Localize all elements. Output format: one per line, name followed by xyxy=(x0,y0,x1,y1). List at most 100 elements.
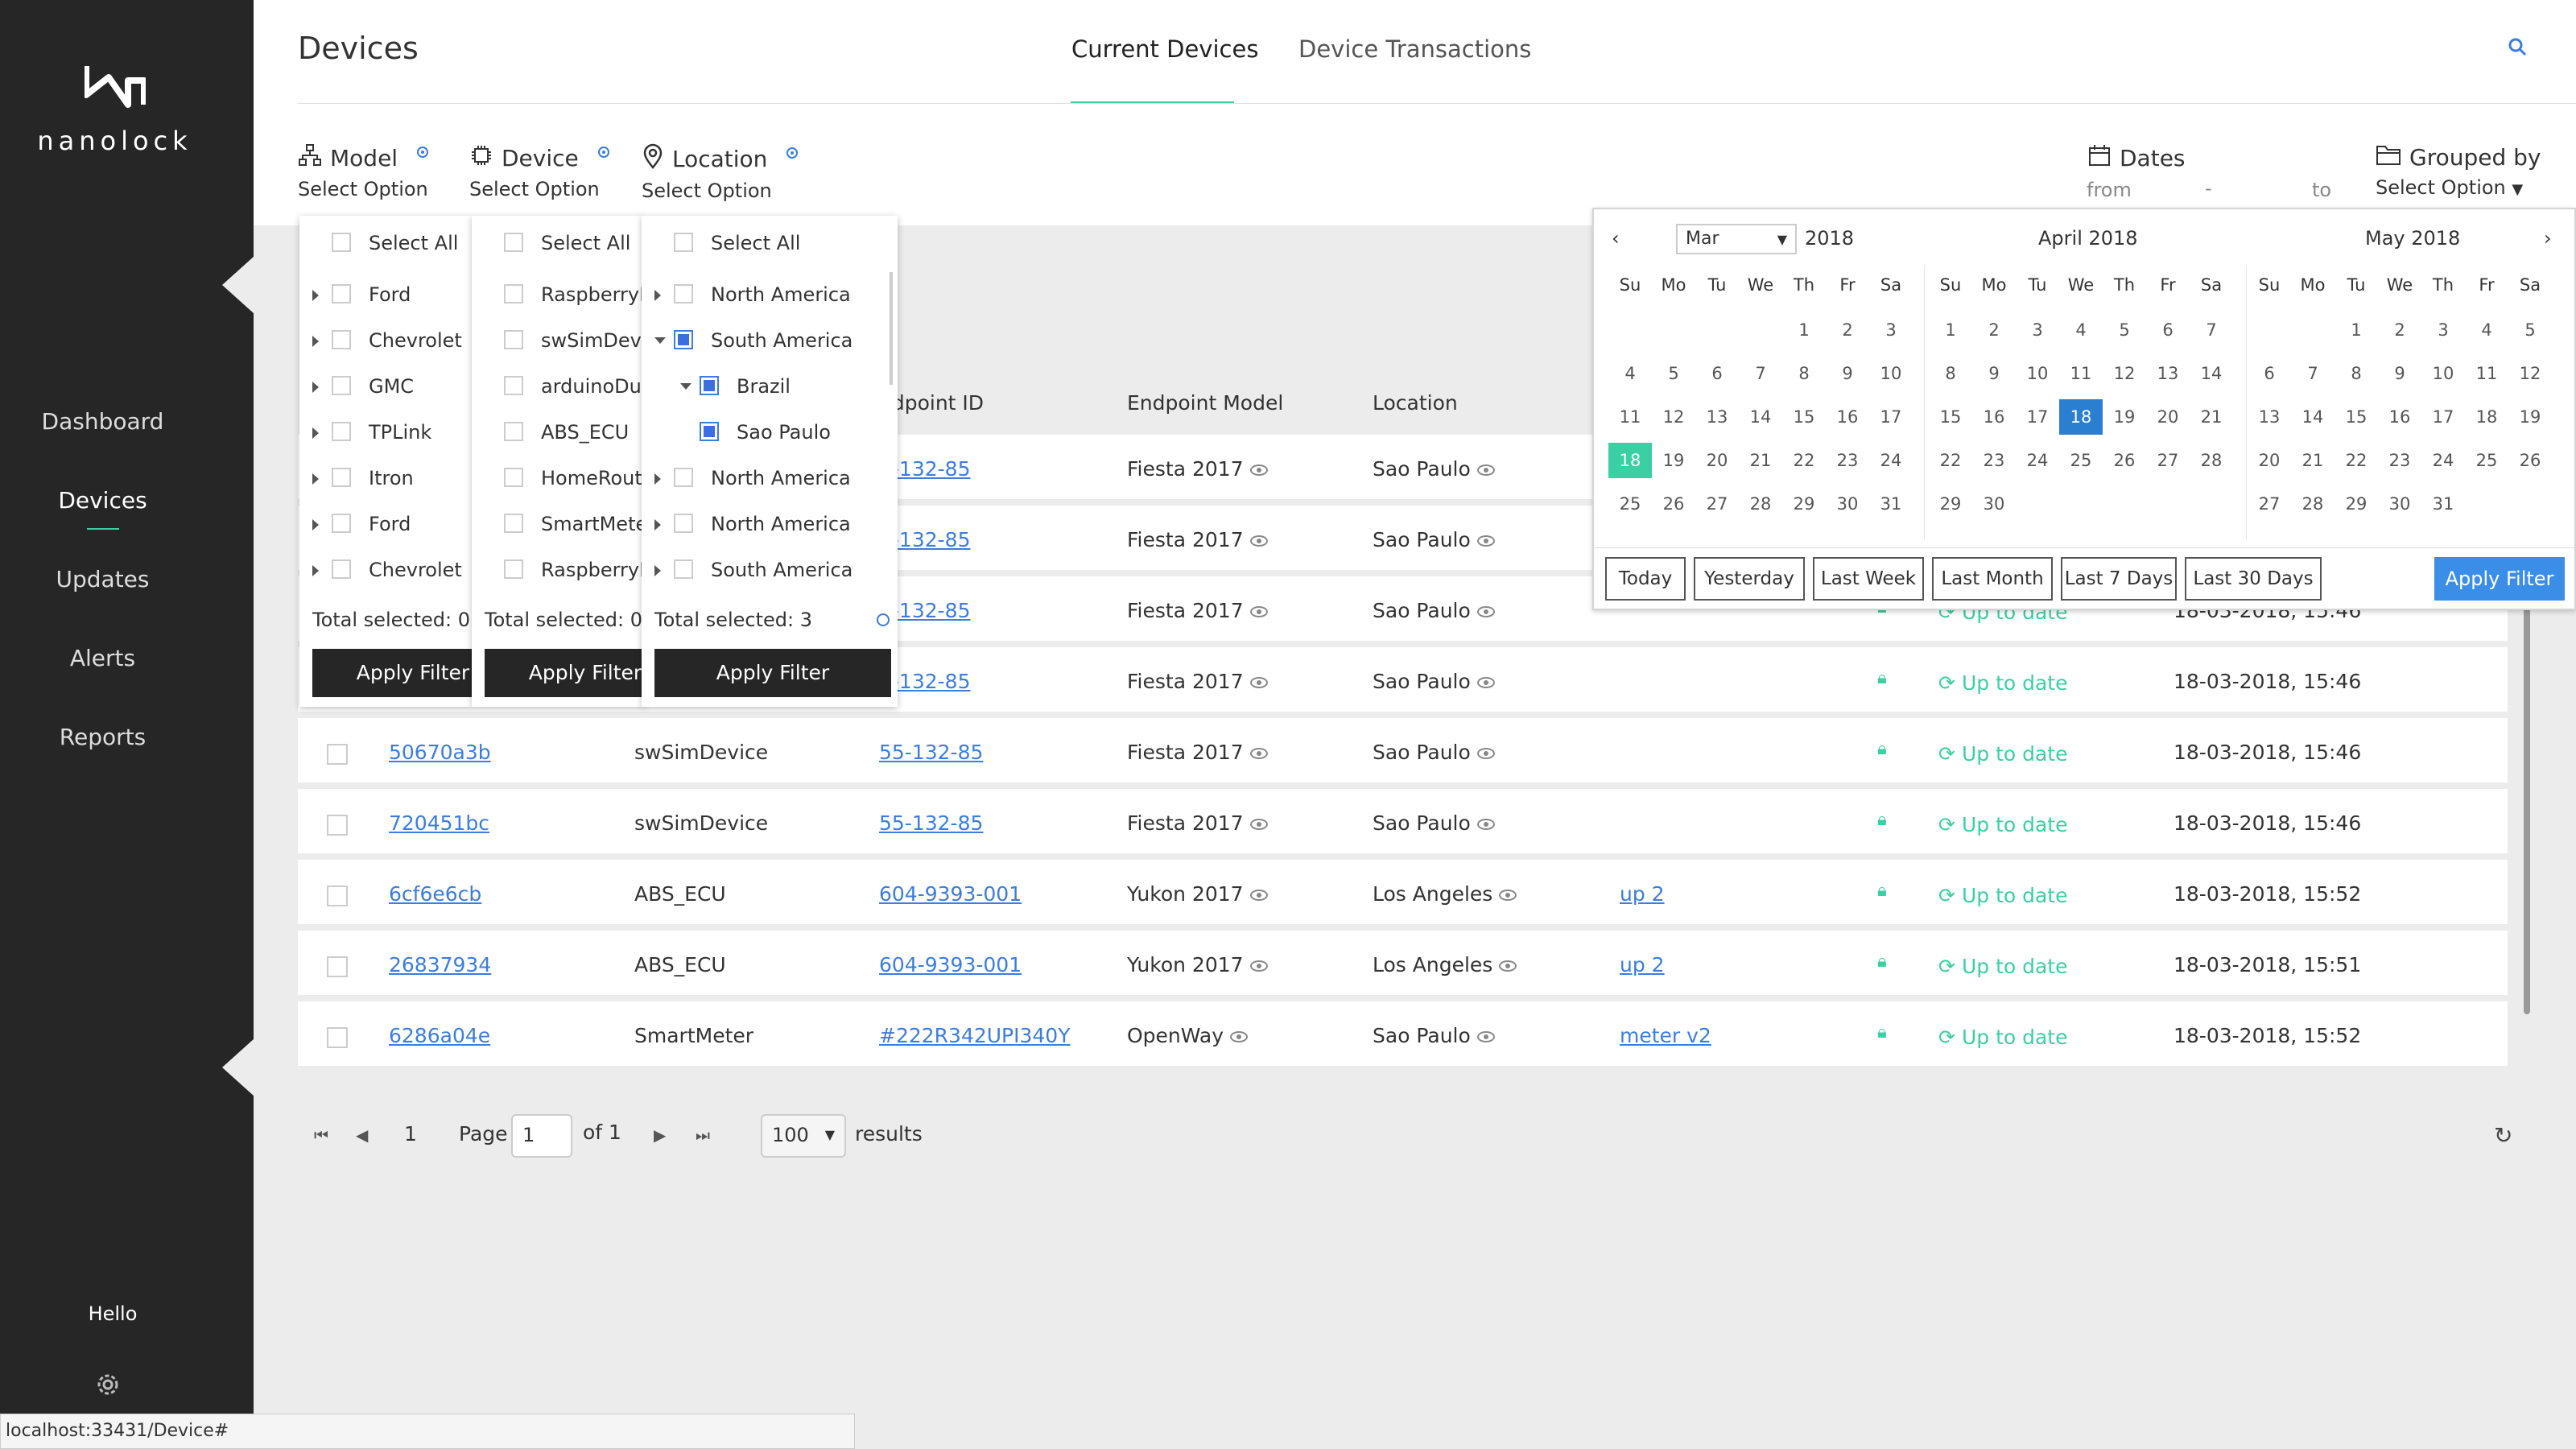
nav-devices[interactable]: Devices xyxy=(0,481,205,560)
option-checkbox[interactable] xyxy=(332,376,351,395)
option-checkbox[interactable] xyxy=(700,376,719,395)
option-checkbox[interactable] xyxy=(332,330,351,349)
calendar-day[interactable]: 27 xyxy=(2248,486,2291,522)
option-checkbox[interactable] xyxy=(674,330,693,349)
quick-range-button[interactable]: Last 7 Days xyxy=(2061,557,2177,601)
dropdown-option[interactable]: Brazil xyxy=(642,364,898,409)
select-all-checkbox[interactable] xyxy=(674,233,693,252)
calendar-day[interactable]: 5 xyxy=(1652,356,1695,391)
eye-icon[interactable] xyxy=(1476,1031,1495,1042)
table-row[interactable]: 720451bc swSimDevice 55-132-85 Fiesta 2017 S… xyxy=(298,789,2508,857)
device-info-icon[interactable] xyxy=(597,146,609,158)
eye-icon[interactable] xyxy=(1476,819,1495,830)
eye-icon[interactable] xyxy=(1476,677,1495,688)
eye-icon[interactable] xyxy=(1249,890,1268,901)
quick-range-button[interactable]: Last 30 Days xyxy=(2185,557,2322,601)
option-checkbox[interactable] xyxy=(504,514,523,533)
calendar-day[interactable]: 11 xyxy=(2465,356,2508,391)
calendar-day[interactable]: 24 xyxy=(1869,443,1913,478)
endpoint-id-link[interactable]: 55-132-85 xyxy=(879,811,983,835)
eye-icon[interactable] xyxy=(1249,606,1268,617)
row-checkbox[interactable] xyxy=(327,744,348,765)
apply-filter-button[interactable]: Apply Filter xyxy=(654,649,891,697)
dropdown-option[interactable]: TPLink xyxy=(299,410,472,455)
calendar-day[interactable]: 29 xyxy=(1929,486,1972,522)
calendar-day[interactable]: 5 xyxy=(2508,312,2552,348)
calendar-day[interactable]: 6 xyxy=(1695,356,1739,391)
calendar-day[interactable]: 12 xyxy=(2103,356,2146,391)
expand-arrow-icon[interactable] xyxy=(312,290,319,301)
option-checkbox[interactable] xyxy=(674,514,693,533)
dropdown-option[interactable]: arduinoDue xyxy=(472,364,644,409)
select-all-option[interactable]: Select All xyxy=(472,221,644,266)
endpoint-id-link[interactable]: 55-132-85 xyxy=(879,741,983,764)
calendar-day[interactable]: 16 xyxy=(1826,399,1869,435)
calendar-day[interactable]: 19 xyxy=(2508,399,2552,435)
eye-icon[interactable] xyxy=(1249,960,1268,972)
calendar-day[interactable]: 2 xyxy=(1826,312,1869,348)
calendar-day[interactable]: 2 xyxy=(2378,312,2421,348)
calendar-day[interactable]: 7 xyxy=(1739,356,1782,391)
refresh-icon[interactable]: ↻ xyxy=(2494,1122,2512,1149)
expand-arrow-icon[interactable] xyxy=(312,336,319,347)
device-filter[interactable]: Device Select Option xyxy=(469,143,609,200)
last-page-icon[interactable]: ⏭ xyxy=(696,1125,710,1145)
calendar-day[interactable]: 27 xyxy=(2146,443,2190,478)
calendar-day[interactable]: 10 xyxy=(2421,356,2465,391)
location-filter[interactable]: Location Select Option xyxy=(642,143,799,202)
option-checkbox[interactable] xyxy=(504,559,523,579)
calendar-day[interactable]: 23 xyxy=(2378,443,2421,478)
device-id-link[interactable]: 6286a04e xyxy=(389,1024,490,1047)
expand-arrow-icon[interactable] xyxy=(312,382,319,393)
calendar-day[interactable]: 19 xyxy=(1652,443,1695,478)
eye-icon[interactable] xyxy=(1476,748,1495,759)
next-page-icon[interactable]: ▶ xyxy=(654,1125,666,1145)
table-scrollbar[interactable] xyxy=(2524,596,2530,1014)
dates-from-field[interactable]: from xyxy=(2087,179,2132,201)
dropdown-option[interactable]: SmartMeter xyxy=(472,502,644,547)
calendar-day[interactable]: 26 xyxy=(2103,443,2146,478)
page-input[interactable]: 1 xyxy=(511,1114,572,1158)
table-row[interactable]: 26837934 ABS_ECU 604-9393-001 Yukon 2017 Los… xyxy=(298,931,2508,998)
calendar-day[interactable]: 26 xyxy=(2508,443,2552,478)
calendar-day[interactable]: 29 xyxy=(1782,486,1826,522)
calendar-day[interactable]: 4 xyxy=(2465,312,2508,348)
calendar-day[interactable]: 14 xyxy=(2291,399,2334,435)
calendar-day[interactable]: 9 xyxy=(1826,356,1869,391)
dropdown-option[interactable]: GMC xyxy=(299,364,472,409)
info-icon[interactable] xyxy=(877,613,890,626)
calendar-day[interactable]: 18 xyxy=(2059,399,2103,435)
prev-page-icon[interactable]: ◀ xyxy=(356,1125,368,1145)
calendar-apply-filter-button[interactable]: Apply Filter xyxy=(2434,557,2565,601)
dropdown-option[interactable]: North America xyxy=(642,272,898,317)
dropdown-option[interactable]: swSimDevice xyxy=(472,318,644,363)
calendar-day[interactable]: 23 xyxy=(1826,443,1869,478)
expand-arrow-icon[interactable] xyxy=(654,565,661,576)
grouped-by-filter[interactable]: Grouped by Select Option ▼ xyxy=(2376,143,2541,199)
update-link[interactable]: meter v2 xyxy=(1620,1024,1711,1047)
location-info-icon[interactable] xyxy=(786,147,799,159)
endpoint-id-link[interactable]: #222R342UPI340Y xyxy=(879,1024,1071,1047)
calendar-day[interactable]: 28 xyxy=(2291,486,2334,522)
eye-icon[interactable] xyxy=(1249,819,1268,830)
dropdown-option[interactable]: North America xyxy=(642,456,898,501)
quick-range-button[interactable]: Yesterday xyxy=(1694,557,1805,601)
calendar-day[interactable]: 8 xyxy=(1929,356,1972,391)
dropdown-option[interactable]: Sao Paulo xyxy=(642,410,898,455)
calendar-day[interactable]: 30 xyxy=(1972,486,2016,522)
device-id-link[interactable]: 6cf6e6cb xyxy=(389,882,481,906)
calendar-day[interactable]: 10 xyxy=(2016,356,2059,391)
option-checkbox[interactable] xyxy=(332,284,351,303)
endpoint-id-link[interactable]: 604-9393-001 xyxy=(879,882,1022,906)
update-link[interactable]: up 2 xyxy=(1620,953,1665,976)
eye-icon[interactable] xyxy=(1249,748,1268,759)
calendar-day[interactable]: 8 xyxy=(2334,356,2378,391)
quick-range-button[interactable]: Today xyxy=(1605,557,1686,601)
eye-icon[interactable] xyxy=(1476,606,1495,617)
calendar-day[interactable]: 21 xyxy=(2291,443,2334,478)
expand-arrow-icon[interactable] xyxy=(312,519,319,530)
calendar-day[interactable]: 20 xyxy=(2248,443,2291,478)
tab-device-transactions[interactable]: Device Transactions xyxy=(1298,35,1531,63)
calendar-day[interactable]: 17 xyxy=(2421,399,2465,435)
dropdown-option[interactable]: RaspberryPi xyxy=(472,547,644,592)
